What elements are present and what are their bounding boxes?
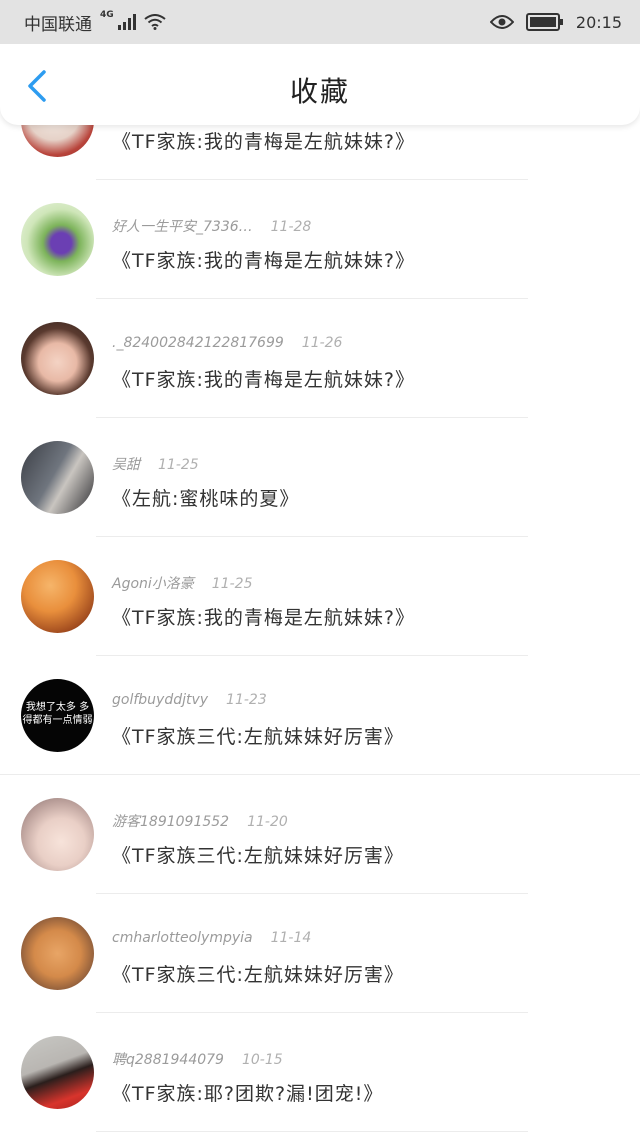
user-name: golfbuyddjtvy — [112, 692, 209, 708]
wifi-icon — [144, 14, 166, 30]
avatar — [21, 441, 94, 514]
divider — [96, 1131, 528, 1132]
work-title: 《TF家族:我的青梅是左航妹妹?》 — [112, 131, 416, 153]
avatar — [21, 203, 94, 276]
date: 11-20 — [247, 814, 288, 830]
avatar — [21, 917, 94, 990]
favorite-item[interactable]: 我想了太多 多得都有一点情弱 golfbuyddjtvy 11-23 《TF家族三… — [0, 656, 640, 775]
work-title: 《TF家族三代:左航妹妹好厉害》 — [112, 964, 404, 986]
date: 11-28 — [270, 219, 312, 235]
favorite-item[interactable]: 好人一生平安_7336… 11-28 《TF家族:我的青梅是左航妹妹?》 — [0, 180, 640, 299]
favorite-item[interactable]: 聘q2881944079 10-15 《TF家族:耶?团欺?漏!团宠!》 — [0, 1013, 640, 1132]
user-name: 好人一生平安_7336… — [112, 219, 253, 235]
favorite-item[interactable]: cmharlotteolympyia 11-14 《TF家族三代:左航妹妹好厉害》 — [0, 894, 640, 1013]
item-meta: Agoni小洛豪 11-25 — [112, 573, 252, 593]
avatar — [21, 322, 94, 395]
date: 11-25 — [158, 457, 199, 473]
battery-icon — [525, 13, 563, 31]
item-meta: 好人一生平安_7336… 11-28 — [112, 216, 311, 236]
date: 10-15 — [241, 1052, 283, 1068]
date: 11-14 — [270, 930, 312, 946]
favorite-item[interactable]: 游客1891091552 11-20 《TF家族三代:左航妹妹好厉害》 — [0, 775, 640, 894]
user-name: cmharlotteolympyia — [112, 930, 253, 946]
page-title: 收藏 — [289, 75, 350, 108]
item-meta: 吴甜 11-25 — [112, 454, 199, 474]
date: 11-26 — [301, 335, 343, 351]
item-meta: cmharlotteolympyia 11-14 — [112, 930, 311, 946]
date: 11-25 — [211, 576, 253, 592]
avatar-caption: 我想了太多 多得都有一点情弱 — [22, 702, 93, 726]
item-meta: golfbuyddjtvy 11-23 — [112, 692, 267, 708]
carrier-label: 中国联通 — [24, 14, 92, 35]
work-title: 《TF家族三代:左航妹妹好厉害》 — [112, 845, 404, 867]
user-name: 聘q2881944079 — [112, 1052, 224, 1068]
item-meta: 聘q2881944079 10-15 — [112, 1049, 283, 1069]
status-right: 20:15 — [489, 12, 622, 32]
status-left: 中国联通 4G — [24, 10, 166, 35]
eye-icon — [489, 15, 514, 29]
navigation-header: 收藏 — [0, 44, 640, 125]
work-title: 《左航:蜜桃味的夏》 — [112, 488, 300, 510]
avatar — [21, 798, 94, 871]
work-title: 《TF家族:我的青梅是左航妹妹?》 — [112, 369, 416, 391]
date: 11-23 — [226, 692, 267, 708]
item-meta: 游客1891091552 11-20 — [112, 811, 288, 831]
work-title: 《TF家族:耶?团欺?漏!团宠!》 — [112, 1083, 384, 1105]
signal-icon — [117, 14, 136, 30]
user-name: 游客1891091552 — [112, 814, 230, 830]
network-type-label: 4G — [100, 10, 114, 20]
avatar — [21, 560, 94, 633]
user-name: ._824002842122817699 — [112, 335, 284, 351]
user-name: 吴甜 — [112, 457, 140, 473]
avatar — [21, 1036, 94, 1109]
favorite-item[interactable]: Agoni小洛豪 11-25 《TF家族:我的青梅是左航妹妹?》 — [0, 537, 640, 656]
favorite-item[interactable]: ._824002842122817699 11-26 《TF家族:我的青梅是左航妹… — [0, 299, 640, 418]
favorites-list: 《TF家族:我的青梅是左航妹妹?》 好人一生平安_7336… 11-28 《TF家… — [0, 84, 640, 1132]
work-title: 《TF家族:我的青梅是左航妹妹?》 — [112, 250, 416, 272]
user-name: Agoni小洛豪 — [112, 576, 194, 592]
clock-label: 20:15 — [575, 12, 622, 32]
favorite-item[interactable]: 吴甜 11-25 《左航:蜜桃味的夏》 — [0, 418, 640, 537]
work-title: 《TF家族:我的青梅是左航妹妹?》 — [112, 607, 416, 629]
status-bar: 中国联通 4G 20:15 — [0, 0, 640, 44]
item-meta: ._824002842122817699 11-26 — [112, 335, 342, 351]
avatar: 我想了太多 多得都有一点情弱 — [21, 679, 94, 752]
work-title: 《TF家族三代:左航妹妹好厉害》 — [112, 726, 404, 748]
